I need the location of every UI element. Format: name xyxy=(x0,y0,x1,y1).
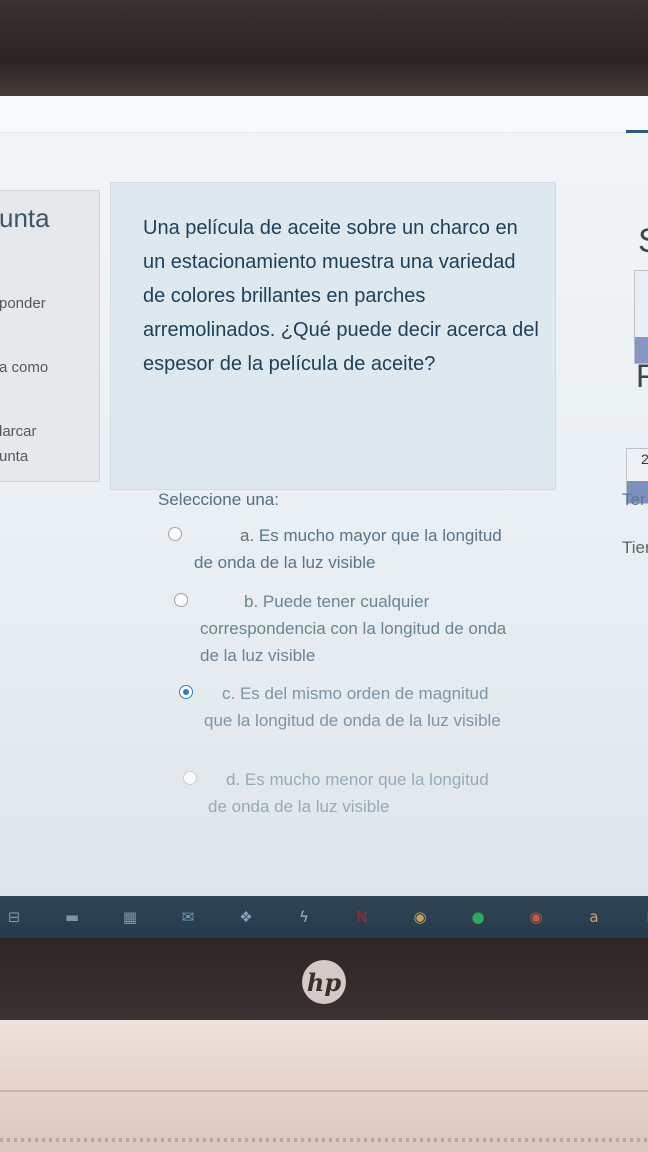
radio-option-d[interactable] xyxy=(183,771,197,785)
nav-top-bar xyxy=(626,130,648,133)
nav-question-number: 2 xyxy=(641,451,648,467)
question-text: Una película de aceite sobre un charco e… xyxy=(143,217,539,375)
spotify-icon[interactable]: ● xyxy=(466,905,490,929)
winamp-icon[interactable]: ϟ xyxy=(292,905,316,929)
option-b-label[interactable]: b. Puede tener cualquier correspondencia… xyxy=(168,588,508,669)
question-box: Una película de aceite sobre un charco e… xyxy=(110,182,556,490)
nav-question-block[interactable] xyxy=(634,270,648,364)
option-a-label[interactable]: a. Es mucho mayor que la longitud de ond… xyxy=(168,522,508,576)
select-one-label: Seleccione una: xyxy=(158,490,279,509)
option-a[interactable]: a. Es mucho mayor que la longitud de ond… xyxy=(168,522,508,576)
info-line-respond: ponder xyxy=(0,295,46,312)
chrome-icon[interactable]: ◉ xyxy=(524,905,548,929)
file-explorer-icon[interactable]: ▬ xyxy=(60,905,84,929)
nav-heading-letter: S xyxy=(638,222,648,261)
flag-question-link[interactable]: larcar xyxy=(0,423,37,440)
info-line-score: a como xyxy=(0,359,49,376)
radio-option-b[interactable] xyxy=(174,593,188,607)
store-icon[interactable]: ▦ xyxy=(118,905,142,929)
speaker-grille xyxy=(0,1138,648,1142)
time-left-label: Tier xyxy=(622,538,648,557)
monitor-bezel-top xyxy=(0,0,648,100)
mail-icon[interactable]: ✉ xyxy=(176,905,200,929)
screen: unta ponder a como larcar unta Una pelíc… xyxy=(0,96,648,896)
quiz-navigation-panel: S F 2 xyxy=(626,130,648,504)
task-view-icon[interactable]: ⊟ xyxy=(2,905,26,929)
laptop-base xyxy=(0,1020,648,1152)
app-icon[interactable]: a xyxy=(582,905,606,929)
time-link[interactable]: Ter xyxy=(622,490,646,510)
info-heading: unta xyxy=(0,203,50,233)
hp-logo: hp xyxy=(302,960,346,1004)
top-strip xyxy=(0,96,648,133)
option-b[interactable]: b. Puede tener cualquier correspondencia… xyxy=(168,588,508,669)
nav-heading-letter-f: F xyxy=(636,358,648,394)
option-d-label[interactable]: d. Es mucho menor que la longitud de ond… xyxy=(168,766,508,820)
base-seam xyxy=(0,1090,648,1092)
option-d[interactable]: d. Es mucho menor que la longitud de ond… xyxy=(168,766,508,820)
option-c[interactable]: c. Es del mismo orden de magnitud que la… xyxy=(168,680,508,734)
dropbox-icon[interactable]: ❖ xyxy=(234,905,258,929)
chrome-canary-icon[interactable]: ◉ xyxy=(408,905,432,929)
question-info-panel: unta ponder a como larcar unta xyxy=(0,190,100,482)
netflix-icon[interactable]: N xyxy=(350,905,374,929)
flag-question-link-2[interactable]: unta xyxy=(0,448,28,465)
option-c-label[interactable]: c. Es del mismo orden de magnitud que la… xyxy=(168,680,508,734)
radio-option-a[interactable] xyxy=(168,527,182,541)
radio-option-c-selected[interactable] xyxy=(179,685,193,699)
windows-taskbar: ⊟ ▬ ▦ ✉ ❖ ϟ N ◉ ● ◉ a N xyxy=(0,896,648,938)
overflow-icon[interactable]: N xyxy=(640,905,648,929)
